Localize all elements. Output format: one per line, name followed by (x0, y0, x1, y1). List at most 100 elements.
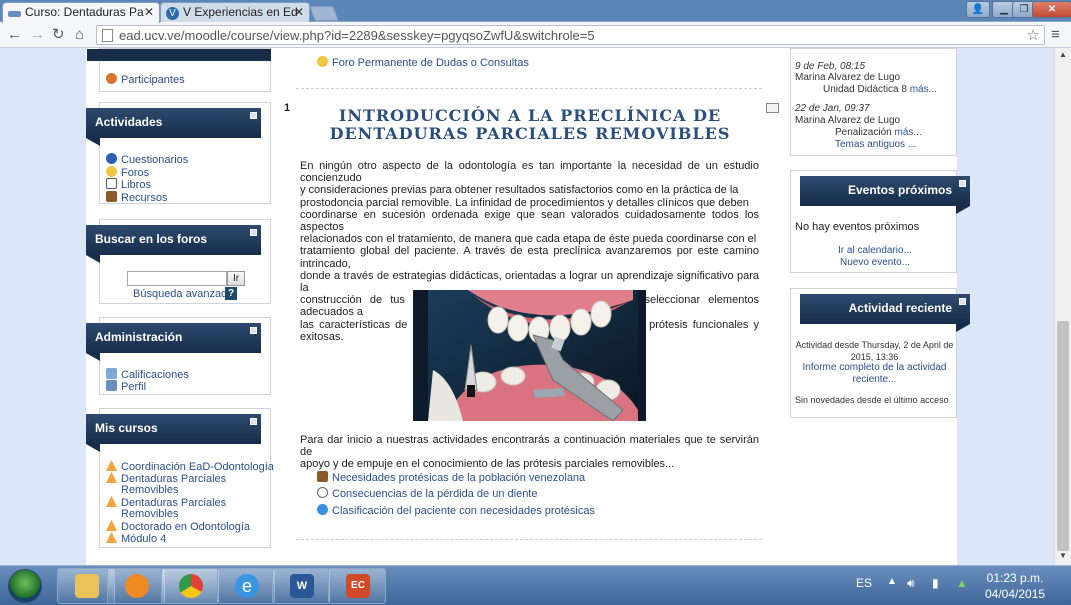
course-link[interactable]: Módulo 4 (106, 532, 166, 545)
back-icon[interactable]: ← (7, 26, 22, 43)
resource-link[interactable]: Clasificación del paciente con necesidad… (317, 504, 595, 517)
block-title: Actividad reciente (848, 301, 952, 315)
scroll-down-icon[interactable]: ▼ (1059, 551, 1067, 560)
admin-profile[interactable]: Perfil (106, 380, 146, 393)
grades-icon (106, 368, 117, 379)
scroll-up-icon[interactable]: ▲ (1059, 50, 1067, 59)
collapse-icon[interactable] (250, 112, 257, 119)
folder-icon (75, 574, 99, 598)
user-icon[interactable]: 👤 (966, 1, 990, 18)
course-icon (106, 532, 117, 543)
network-icon[interactable]: ▲ (956, 576, 968, 590)
new-event-link[interactable]: Nuevo evento... (840, 257, 910, 269)
collapse-icon[interactable] (250, 229, 257, 236)
address-bar[interactable]: ead.ucv.ve/moodle/course/view.php?id=228… (96, 25, 1045, 45)
activity-quizzes[interactable]: Cuestionarios (106, 153, 188, 166)
system-clock[interactable]: 01:23 p.m. 04/04/2015 (975, 570, 1055, 602)
search-input[interactable] (127, 271, 227, 286)
forum-permanent-link[interactable]: Foro Permanente de Dudas o Consultas (317, 56, 529, 69)
collapse-icon[interactable] (959, 180, 966, 187)
course-link-cont[interactable]: Removibles (121, 484, 178, 496)
news-item: Unidad Didáctica 8 más... (823, 84, 937, 96)
calendar-link[interactable]: Ir al calendario... (838, 245, 912, 257)
resource-link[interactable]: Necesidades protésicas de la población v… (317, 471, 585, 484)
paragraph-line: y consideraciones previas para obtener r… (300, 184, 739, 197)
item-label: Removibles (121, 484, 179, 496)
section-view-icon[interactable] (766, 103, 779, 113)
course-icon (106, 520, 117, 531)
resource-label: Clasificación del paciente con necesidad… (332, 505, 595, 517)
block-title: Mis cursos (95, 421, 158, 435)
block-title: Eventos próximos (847, 183, 952, 197)
moodle-favicon-icon (8, 11, 21, 17)
title-line-1: INTRODUCCIÓN A LA PRECLÍNICA DE (338, 106, 722, 125)
presentation-icon: EC (346, 574, 370, 598)
block-title: Buscar en los foros (95, 232, 208, 246)
url-text: ead.ucv.ve/moodle/course/view.php?id=228… (119, 28, 595, 43)
chrome-icon (179, 574, 203, 598)
taskbar-app[interactable]: EC (328, 568, 386, 604)
forum-icon (317, 56, 328, 67)
taskbar-ie[interactable]: e (217, 568, 275, 604)
new-tab-button[interactable] (309, 6, 339, 21)
reload-icon[interactable]: ↻ (52, 26, 65, 43)
news-author: Marina Alvarez de Lugo (795, 72, 901, 83)
item-label: Módulo 4 (121, 533, 167, 545)
word-icon: W (290, 574, 314, 598)
title-line-2: DENTADURAS PARCIALES REMOVIBLES (329, 124, 731, 143)
start-button[interactable] (8, 569, 42, 603)
advanced-search-label: Búsqueda avanzada (133, 288, 234, 300)
activity-resources[interactable]: Recursos (106, 191, 167, 204)
taskbar-media[interactable] (107, 568, 165, 604)
news-more-link[interactable]: más... (910, 84, 937, 95)
section-divider (296, 539, 762, 540)
profile-icon (106, 380, 117, 391)
item-label: Recursos (121, 192, 168, 204)
course-icon (106, 472, 117, 483)
tab-experiencias[interactable]: V V Experiencias en Ed ✕ (160, 2, 310, 23)
globe-icon (317, 504, 328, 515)
advanced-search-link[interactable]: Búsqueda avanzada (133, 288, 233, 300)
events-header: Eventos próximos (800, 176, 970, 214)
power-icon[interactable]: ▮ (932, 576, 939, 590)
home-icon[interactable]: ⌂ (75, 26, 84, 43)
quiz-icon (106, 153, 117, 164)
vertical-scrollbar[interactable]: ▲ ▼ (1054, 48, 1071, 565)
paragraph-line: Para dar inicio a nuestras actividades e… (300, 434, 759, 459)
older-topics-link[interactable]: Temas antiguos ... (835, 139, 916, 151)
tab-course[interactable]: Curso: Dentaduras Pa ✕ (2, 2, 160, 23)
activity-books[interactable]: Libros (106, 178, 151, 191)
news-text: Unidad Didáctica 8 (823, 84, 907, 95)
language-indicator[interactable]: ES (856, 576, 872, 590)
news-more-link[interactable]: más... (895, 127, 922, 138)
close-window-button[interactable]: ✕ (1032, 1, 1071, 18)
recent-header: Actividad reciente (800, 294, 970, 332)
collapse-icon[interactable] (959, 298, 966, 305)
paragraph-line: tratamiento global del paciente. A travé… (300, 245, 759, 270)
forward-icon[interactable]: → (30, 26, 45, 43)
course-icon (106, 460, 117, 471)
collapse-icon[interactable] (250, 327, 257, 334)
taskbar-chrome[interactable] (161, 568, 219, 604)
bookmark-star-icon[interactable]: ☆ (1027, 26, 1040, 44)
activities-block: Actividades Cuestionarios Foros Libros R… (86, 102, 271, 204)
people-block: Participantes (87, 48, 271, 92)
paragraph-line: coordinarse en sucesión ordenada exige q… (300, 208, 759, 234)
show-hidden-icons[interactable]: ▲ (887, 576, 897, 587)
close-tab-icon[interactable]: ✕ (294, 5, 304, 19)
scroll-thumb[interactable] (1057, 321, 1069, 551)
full-report-link[interactable]: Informe completo de la actividad recient… (791, 362, 958, 386)
section-number: 1 (284, 102, 291, 114)
activity-since: Actividad desde Thursday, 2 de April de … (791, 339, 958, 363)
course-link-cont[interactable]: Removibles (121, 508, 178, 520)
collapse-icon[interactable] (250, 418, 257, 425)
resource-icon (317, 471, 328, 482)
menu-icon[interactable]: ≡ (1051, 26, 1060, 43)
help-icon[interactable]: ? (225, 287, 237, 300)
participants-link[interactable]: Participantes (106, 73, 185, 86)
volume-icon[interactable]: 🔊︎ (907, 576, 915, 591)
search-go-button[interactable]: Ir (227, 271, 245, 286)
close-tab-icon[interactable]: ✕ (144, 5, 154, 19)
resource-link[interactable]: Consecuencias de la pérdida de un diente (317, 487, 537, 500)
taskbar-word[interactable]: W (272, 568, 330, 604)
